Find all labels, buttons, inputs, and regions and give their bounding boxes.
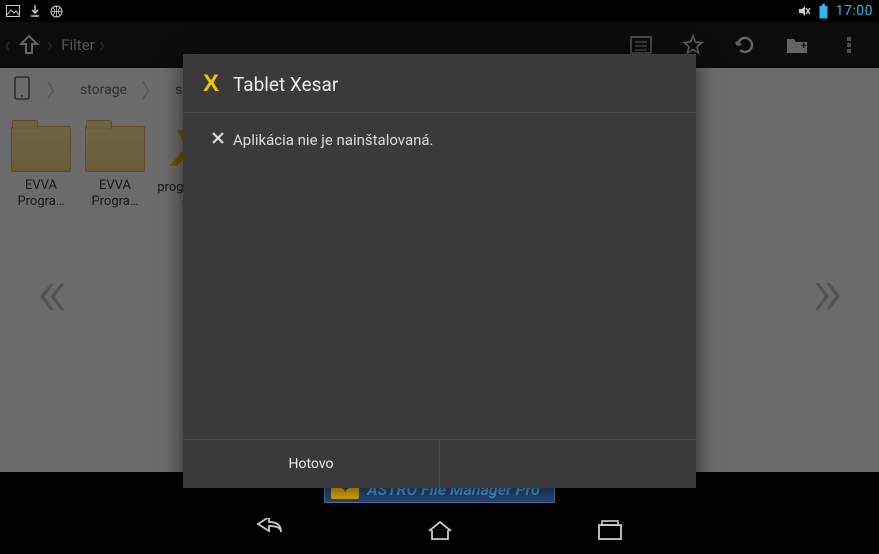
status-bar: 17:00 bbox=[0, 0, 879, 22]
dialog-header: X Tablet Xesar bbox=[183, 54, 696, 113]
download-icon bbox=[30, 5, 40, 17]
home-button[interactable] bbox=[420, 510, 460, 550]
globe-icon bbox=[50, 5, 63, 18]
battery-icon bbox=[819, 4, 828, 19]
status-time: 17:00 bbox=[836, 3, 873, 19]
dialog-title: Tablet Xesar bbox=[233, 73, 338, 96]
dialog-body: Aplikácia nie je nainštalovaná. bbox=[183, 113, 696, 439]
back-button[interactable] bbox=[250, 510, 290, 550]
dialog-done-button[interactable]: Hotovo bbox=[183, 440, 440, 488]
dialog-buttons: Hotovo bbox=[183, 439, 696, 488]
app-x-icon: X bbox=[203, 70, 219, 98]
dialog-secondary-button[interactable] bbox=[440, 440, 696, 488]
nav-bar bbox=[0, 506, 879, 554]
install-dialog: X Tablet Xesar Aplikácia nie je nainštal… bbox=[183, 54, 696, 488]
dialog-message: Aplikácia nie je nainštalovaná. bbox=[233, 131, 434, 149]
image-icon bbox=[6, 5, 20, 17]
close-icon bbox=[211, 131, 225, 149]
recents-button[interactable] bbox=[590, 510, 630, 550]
mute-icon bbox=[797, 4, 811, 18]
